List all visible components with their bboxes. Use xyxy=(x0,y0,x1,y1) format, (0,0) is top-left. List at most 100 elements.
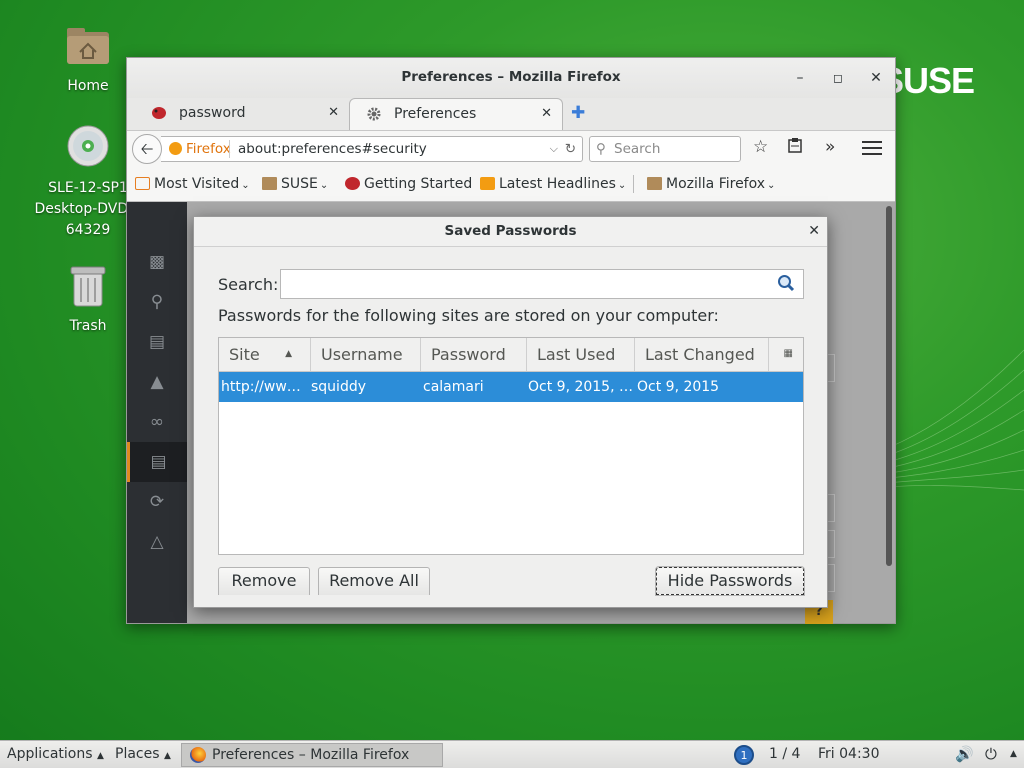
dialog-titlebar[interactable]: Saved Passwords ✕ xyxy=(194,217,827,247)
tab-label: Preferences xyxy=(394,106,477,122)
reading-list-icon[interactable] xyxy=(787,137,803,158)
bookmark-suse[interactable]: SUSE ⌄ xyxy=(262,166,328,204)
firefox-identity-icon xyxy=(169,142,182,155)
places-menu[interactable]: Places ▲ xyxy=(115,741,171,768)
rocket-icon: ▲ xyxy=(150,372,164,392)
column-header-password[interactable]: Password xyxy=(421,338,527,371)
tab-password[interactable]: password ✕ xyxy=(135,98,349,130)
column-header-last-changed[interactable]: Last Changed xyxy=(635,338,769,371)
lizard-favicon-icon xyxy=(345,177,360,190)
tab-strip: password ✕ Preferences ✕ ✚ xyxy=(127,94,895,130)
sidebar-item-general[interactable]: ▩ xyxy=(127,242,187,282)
column-picker-icon[interactable]: ▦ xyxy=(784,348,793,359)
hide-passwords-button[interactable]: Hide Passwords xyxy=(655,566,805,596)
cell-username: squiddy xyxy=(311,379,367,395)
close-tab-icon[interactable]: ✕ xyxy=(328,98,339,128)
workspace-badge[interactable]: 1 xyxy=(734,745,754,765)
chevron-down-icon: ⌄ xyxy=(767,180,776,191)
general-icon: ▩ xyxy=(148,252,166,272)
table-header: Site ▲ Username Password Last Used Last C… xyxy=(219,338,803,372)
remove-button[interactable]: Remove xyxy=(218,567,310,595)
reload-icon[interactable]: ↻ xyxy=(565,137,576,161)
clipboard-icon xyxy=(788,138,802,153)
menu-arrow-icon: ▲ xyxy=(96,751,104,761)
sidebar-item-advanced[interactable]: △ xyxy=(127,522,187,562)
sidebar-item-security[interactable]: ▤ xyxy=(127,442,187,482)
bookmark-label: Most Visited xyxy=(154,176,240,192)
folder-icon xyxy=(647,177,662,190)
column-label: Last Used xyxy=(537,345,616,364)
identity-label: Firefox xyxy=(186,141,231,157)
dialog-title: Saved Passwords xyxy=(444,223,577,239)
back-button[interactable]: 🡠 xyxy=(132,134,162,164)
workspace-indicator[interactable]: 1 / 4 xyxy=(769,741,800,768)
bookmark-latest-headlines[interactable]: Latest Headlines ⌄ xyxy=(480,166,626,204)
remove-all-button[interactable]: Remove All xyxy=(318,567,430,595)
new-tab-button[interactable]: ✚ xyxy=(571,103,585,123)
column-header-site[interactable]: Site ▲ xyxy=(219,338,311,371)
tab-preferences[interactable]: Preferences ✕ xyxy=(349,98,563,130)
power-icon[interactable]: ⏻ xyxy=(985,741,997,768)
taskbar-window-button[interactable]: Preferences – Mozilla Firefox xyxy=(181,743,443,767)
overflow-chevron-icon[interactable]: » xyxy=(825,137,835,157)
folder-icon xyxy=(262,177,277,190)
search-icon: ⚲ xyxy=(150,292,164,312)
bookmark-most-visited[interactable]: Most Visited ⌄ xyxy=(135,166,250,204)
url-text[interactable]: about:preferences#security xyxy=(238,137,427,161)
bookmark-star-icon[interactable]: ☆ xyxy=(753,137,768,157)
sidebar-item-sync[interactable]: ⟳ xyxy=(127,482,187,522)
preferences-sidebar: ▩ ⚲ ▤ ▲ ∞ ▤ ⟳ △ xyxy=(127,202,187,623)
sort-ascending-icon: ▲ xyxy=(285,349,292,359)
bookmark-mozilla-firefox[interactable]: Mozilla Firefox ⌄ xyxy=(647,166,775,204)
window-title: Preferences – Mozilla Firefox xyxy=(401,69,621,85)
tab-label: password xyxy=(179,105,246,121)
close-dialog-icon[interactable]: ✕ xyxy=(808,217,820,245)
search-placeholder: Search xyxy=(614,141,661,157)
table-row[interactable]: http://ww… squiddy calamari Oct 9, 2015,… xyxy=(219,372,803,402)
minimize-button[interactable]: – xyxy=(790,68,810,88)
hamburger-menu-button[interactable] xyxy=(859,137,885,161)
menu-arrow-icon: ▲ xyxy=(163,751,171,761)
password-search-input[interactable] xyxy=(280,269,804,299)
most-visited-icon xyxy=(135,177,150,190)
cell-last-used: Oct 9, 2015, … xyxy=(528,379,632,395)
bottom-taskbar: Applications ▲ Places ▲ Preferences – Mo… xyxy=(0,740,1024,768)
maximize-button[interactable]: ◻ xyxy=(828,68,848,88)
applications-menu[interactable]: Applications ▲ xyxy=(7,741,104,768)
bookmark-label: Getting Started xyxy=(364,176,473,192)
close-tab-icon[interactable]: ✕ xyxy=(541,99,552,129)
system-menu-arrow-icon[interactable]: ▲ xyxy=(1010,741,1017,768)
bookmark-getting-started[interactable]: Getting Started xyxy=(345,166,472,202)
search-icon xyxy=(778,275,795,292)
cell-password: calamari xyxy=(423,379,484,395)
bookmark-label: Latest Headlines xyxy=(499,176,616,192)
sidebar-item-content[interactable]: ▤ xyxy=(127,322,187,362)
url-history-dropdown-icon[interactable]: ⌵ xyxy=(550,137,558,161)
menu-label: Applications xyxy=(7,746,93,762)
search-icon: ⚲ xyxy=(596,141,606,157)
sidebar-item-privacy[interactable]: ∞ xyxy=(127,402,187,442)
url-bar[interactable]: Firefox about:preferences#security ⌵ ↻ xyxy=(161,136,583,162)
close-window-button[interactable]: ✕ xyxy=(866,68,886,88)
column-header-username[interactable]: Username xyxy=(311,338,421,371)
clock[interactable]: Fri 04:30 xyxy=(818,741,879,768)
column-header-last-used[interactable]: Last Used xyxy=(527,338,635,371)
sidebar-item-applications[interactable]: ▲ xyxy=(127,362,187,402)
search-input[interactable]: ⚲ Search xyxy=(589,136,741,162)
chevron-down-icon: ⌄ xyxy=(241,180,250,191)
rss-feed-icon xyxy=(480,177,495,190)
page-scrollbar[interactable] xyxy=(886,206,892,566)
saved-passwords-dialog: Saved Passwords ✕ Search: Passwords for … xyxy=(193,216,828,608)
identity-box[interactable]: Firefox xyxy=(169,137,231,161)
passwords-table: Site ▲ Username Password Last Used Last C… xyxy=(218,337,804,555)
bookmark-separator xyxy=(633,175,634,193)
cell-site: http://ww… xyxy=(221,379,301,395)
sidebar-item-search[interactable]: ⚲ xyxy=(127,282,187,322)
sync-icon: ⟳ xyxy=(149,492,165,512)
taskbar-window-label: Preferences – Mozilla Firefox xyxy=(212,747,410,763)
navigation-toolbar: Firefox about:preferences#security ⌵ ↻ 🡠… xyxy=(127,130,895,166)
volume-icon[interactable]: 🔊 xyxy=(955,741,974,768)
chevron-down-icon: ⌄ xyxy=(617,180,627,191)
window-titlebar[interactable]: Preferences – Mozilla Firefox – ◻ ✕ xyxy=(127,58,895,98)
wizard-hat-icon: △ xyxy=(150,532,164,552)
